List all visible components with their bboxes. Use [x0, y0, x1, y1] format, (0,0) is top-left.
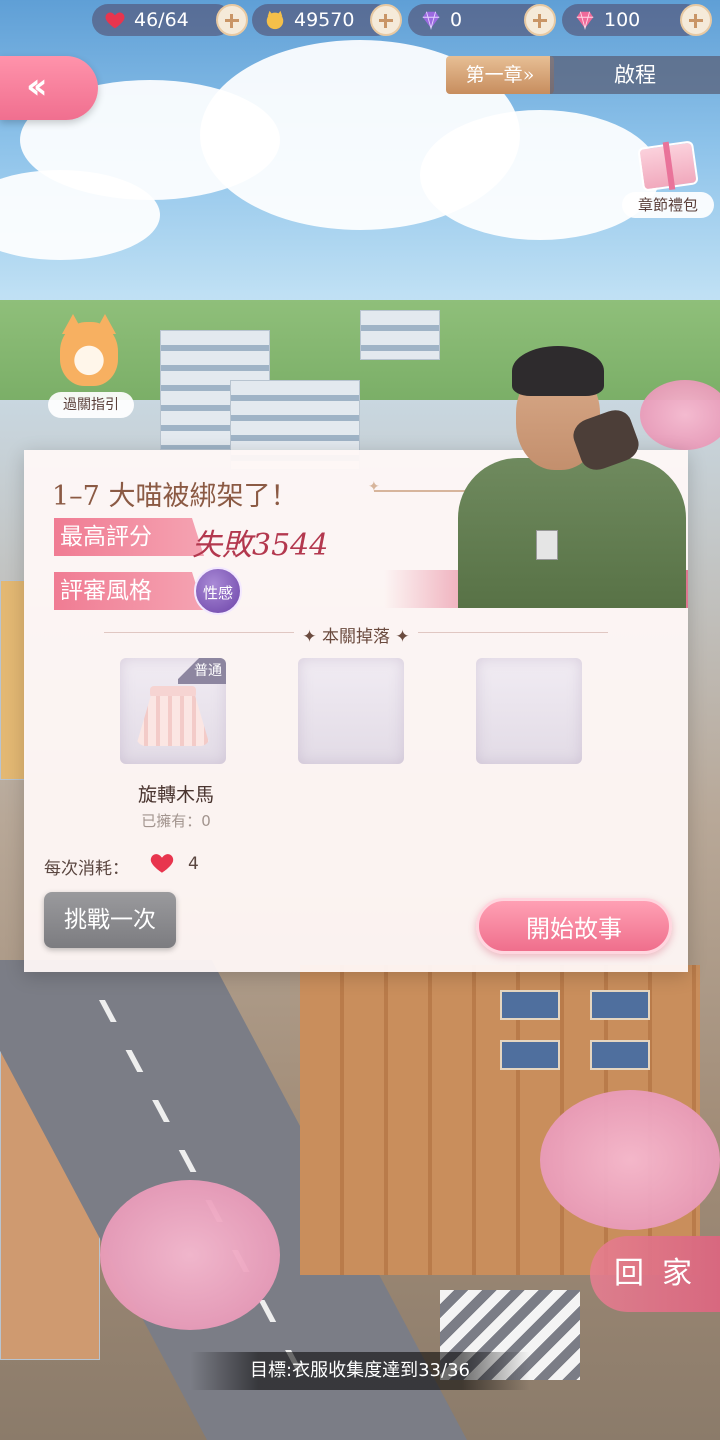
- double-chevron-left-icon: ‹‹: [26, 66, 47, 107]
- chapter-tabs: 第一章» 啟程: [446, 56, 720, 94]
- start-story-button[interactable]: 開始故事: [476, 898, 672, 954]
- home-button[interactable]: 回家: [590, 1236, 720, 1312]
- add-coins-button[interactable]: [370, 4, 402, 36]
- add-stamina-button[interactable]: [216, 4, 248, 36]
- best-score-label: 最高評分: [54, 518, 204, 556]
- window: [500, 1040, 560, 1070]
- drops-title-text: 本關掉落: [322, 627, 390, 647]
- cost-amount: 4: [188, 854, 199, 874]
- chapter-gift-button[interactable]: 章節禮包: [622, 140, 714, 220]
- cost-label: 每次消耗：: [44, 859, 129, 879]
- window: [590, 990, 650, 1020]
- resource-bar: 46/64 49570 0 100: [92, 4, 720, 36]
- drop-item-owned: 已擁有：0: [120, 810, 232, 831]
- best-score-value: 失敗3544: [192, 528, 329, 563]
- chapter-gift-label: 章節禮包: [622, 192, 714, 218]
- chevron-right-icon: »: [522, 64, 535, 86]
- drops-title: ✦ 本關掉落 ✦: [302, 627, 410, 647]
- purple-diamond-value: 0: [450, 9, 463, 31]
- stage-title: 1–7 大喵被綁架了！: [52, 481, 298, 512]
- tab-chapter-one[interactable]: 第一章»: [446, 56, 554, 94]
- gift-box-icon: [637, 140, 699, 192]
- judge-style-badge: 性感: [194, 567, 242, 615]
- cat-mascot-icon: [60, 314, 118, 386]
- resource-stamina: 46/64: [92, 4, 232, 36]
- window: [590, 1040, 650, 1070]
- window: [500, 990, 560, 1020]
- tab-chapter-one-label: 第一章: [465, 64, 523, 86]
- heart-icon: [105, 12, 125, 29]
- heart-icon: [150, 854, 174, 873]
- pink-diamond-value: 100: [604, 9, 641, 31]
- challenge-once-button[interactable]: 挑戰一次: [44, 892, 176, 948]
- building: [0, 580, 26, 780]
- purple-diamond-icon: [422, 11, 440, 30]
- stamina-value: 46/64: [134, 9, 189, 31]
- objective-bar: 目標:衣服收集度達到33/36: [190, 1352, 530, 1390]
- cherry-tree: [540, 1090, 720, 1230]
- opponent-character-portrait: [458, 340, 688, 610]
- pink-diamond-icon: [576, 11, 594, 30]
- judge-style-label: 評審風格: [54, 572, 204, 610]
- skirt-icon: [136, 682, 210, 748]
- building: [360, 310, 440, 360]
- add-purple-diamond-button[interactable]: [524, 4, 556, 36]
- add-pink-diamond-button[interactable]: [680, 4, 712, 36]
- back-button[interactable]: ‹‹: [0, 56, 98, 120]
- drop-item-name: 旋轉木馬: [137, 784, 214, 806]
- owned-label: 已擁有：: [141, 812, 202, 830]
- divider: [418, 632, 608, 633]
- rarity-badge: 普通: [178, 658, 226, 684]
- drop-item-slot-empty: [298, 658, 404, 764]
- coins-value: 49570: [294, 9, 355, 31]
- cat-coin-icon: [266, 10, 284, 30]
- level-guide-button[interactable]: 過關指引: [48, 314, 134, 418]
- drop-item-slot-empty: [476, 658, 582, 764]
- tab-journey[interactable]: 啟程: [550, 56, 720, 94]
- drop-item-slot[interactable]: 普通: [120, 658, 226, 764]
- cherry-tree: [100, 1180, 280, 1330]
- owned-count: 0: [201, 812, 211, 830]
- level-guide-label: 過關指引: [48, 392, 134, 418]
